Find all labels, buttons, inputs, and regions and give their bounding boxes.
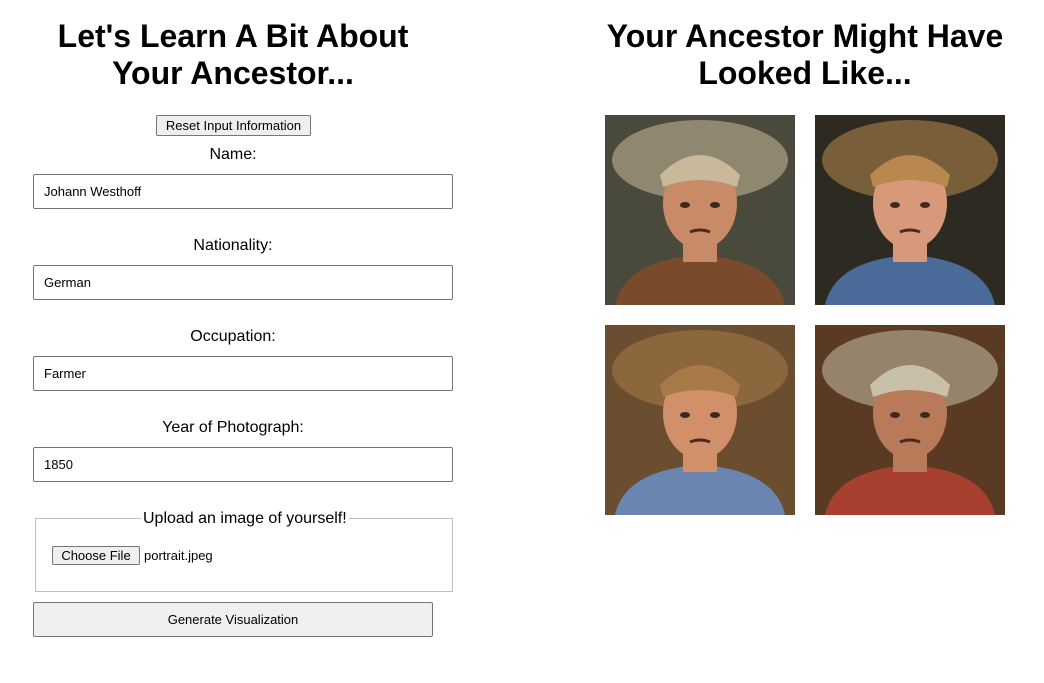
right-title-line-2: Looked Like...	[698, 55, 912, 91]
portrait-image	[605, 115, 795, 305]
year-label: Year of Photograph:	[162, 419, 304, 436]
year-input[interactable]	[33, 447, 453, 482]
left-title-line-1: Let's Learn A Bit About	[57, 18, 409, 54]
left-title-line-2: Your Ancestor...	[112, 55, 354, 91]
left-page-title: Let's Learn A Bit About Your Ancestor...	[33, 18, 433, 92]
generate-visualization-button[interactable]: Generate Visualization	[33, 602, 433, 637]
ancestor-portrait-3	[605, 325, 795, 515]
choose-file-button[interactable]: Choose File	[52, 546, 140, 565]
occupation-input[interactable]	[33, 356, 453, 391]
upload-fieldset: Upload an image of yourself! Choose File…	[35, 509, 453, 592]
ancestor-portrait-2	[815, 115, 1005, 305]
right-title-line-1: Your Ancestor Might Have	[606, 18, 1004, 54]
name-input[interactable]	[33, 174, 453, 209]
upload-legend: Upload an image of yourself!	[141, 509, 349, 529]
ancestor-portrait-4	[815, 325, 1005, 515]
portrait-image	[815, 325, 1005, 515]
occupation-label: Occupation:	[190, 328, 276, 345]
portrait-image	[815, 115, 1005, 305]
portrait-image	[605, 325, 795, 515]
nationality-label: Nationality:	[193, 237, 273, 254]
ancestor-portrait-1	[605, 115, 795, 305]
name-label: Name:	[209, 146, 257, 163]
reset-input-button[interactable]: Reset Input Information	[156, 115, 311, 136]
right-page-title: Your Ancestor Might Have Looked Like...	[585, 18, 1025, 92]
nationality-input[interactable]	[33, 265, 453, 300]
selected-file-name: portrait.jpeg	[144, 548, 213, 563]
